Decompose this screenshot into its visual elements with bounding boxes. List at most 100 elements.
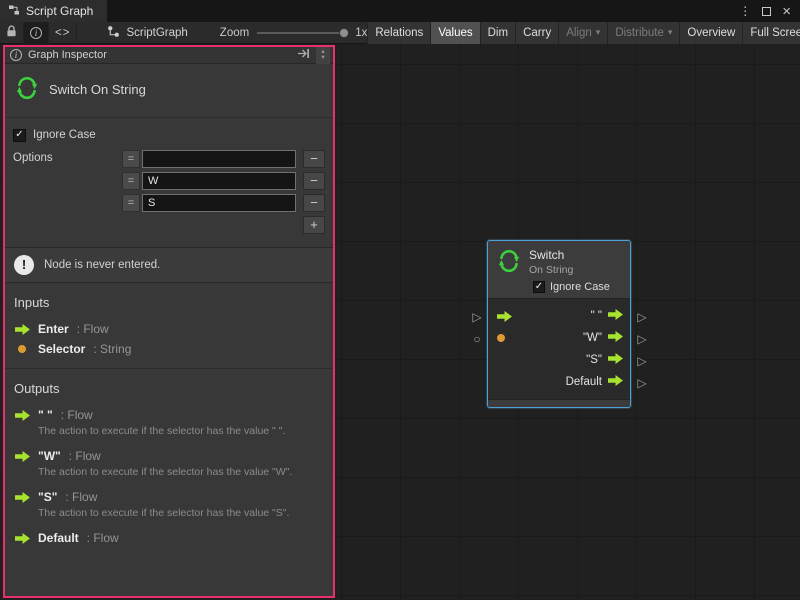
zoom-control: Zoom 1x [220,27,368,39]
port-type: : Flow [69,449,101,463]
graph-asset-icon [107,25,120,41]
node-header[interactable]: Switch On String ✓ Ignore Case [488,241,630,298]
distribute-dropdown[interactable]: Distribute ▾ [607,22,679,44]
flow-output-connector-icon[interactable]: ▷ [636,377,648,389]
flow-output-port-icon[interactable] [608,375,623,389]
inspected-node-title: Switch On String [49,82,146,97]
align-dropdown[interactable]: Align ▾ [558,22,607,44]
overview-button[interactable]: Overview [679,22,742,44]
info-icon: i [10,49,22,61]
flow-port-icon [14,533,30,544]
inspected-node-title-row: Switch On String [5,64,333,118]
code-view-button[interactable]: <> [49,22,77,44]
option-value-input[interactable] [142,194,296,212]
lock-button[interactable] [0,22,24,44]
zoom-label: Zoom [220,27,249,39]
chevron-down-icon: ▾ [668,27,673,38]
flow-input-connector-icon[interactable]: ▷ [471,311,483,323]
port-name: " " [38,408,53,422]
switch-on-string-node[interactable]: Switch On String ✓ Ignore Case " " [487,240,631,408]
node-ignore-case-label: Ignore Case [550,281,610,293]
unity-script-graph-window: Script Graph ⋮ × i <> ScriptGraph Zoom [0,0,800,600]
warning-text: Node is never entered. [44,259,160,271]
port-name: Selector [38,342,85,356]
node-ignore-case-checkbox[interactable]: ✓ [533,281,545,293]
toolbar-button-group: Relations Values Dim Carry Align ▾ Distr… [367,22,800,44]
tab-label: Script Graph [26,4,93,18]
drag-handle-icon[interactable]: = [122,194,140,212]
input-port-row: Selector : String [5,339,333,359]
port-type: : Flow [87,531,119,545]
window-menu-icon[interactable]: ⋮ [739,4,751,18]
node-output-row[interactable]: "S" [488,349,630,371]
port-type: : String [93,342,131,356]
node-output-row[interactable]: "W" [488,327,630,349]
input-port-row: Enter : Flow [5,319,333,339]
flow-port-icon [14,451,30,462]
window-controls: ⋮ × [739,4,800,19]
dim-button[interactable]: Dim [480,22,515,44]
node-footer [488,399,630,407]
flow-output-connector-icon[interactable]: ▷ [636,333,648,345]
distribute-label: Distribute [615,27,664,39]
graph-toolbar: i <> ScriptGraph Zoom 1x Relations Value… [0,22,800,44]
ignore-case-checkbox[interactable]: ✓ [13,129,26,142]
node-body: " " "W" "S" Default [488,298,630,399]
script-graph-tab-icon [8,4,20,19]
flow-output-port-icon[interactable] [608,331,623,345]
flow-output-port-icon[interactable] [608,309,623,323]
switch-node-icon [14,75,40,104]
value-port-icon [14,345,30,353]
port-name: Default [38,531,79,545]
remove-option-button[interactable]: − [303,194,325,212]
zoom-slider[interactable] [257,32,347,34]
window-tab-bar: Script Graph ⋮ × [0,0,800,22]
remove-option-button[interactable]: − [303,150,325,168]
flow-output-port-icon[interactable] [608,353,623,367]
add-option-button[interactable]: + [303,216,325,234]
flow-input-port-icon[interactable] [497,311,512,325]
inspector-title: Graph Inspector [28,49,107,61]
flow-output-connector-icon[interactable]: ▷ [636,355,648,367]
option-row: = − [122,194,325,212]
fullscreen-button[interactable]: Full Screen [742,22,800,44]
flow-port-icon [14,324,30,335]
port-type: : Flow [77,322,109,336]
warning-banner: ! Node is never entered. [5,247,333,283]
flow-output-connector-icon[interactable]: ▷ [636,311,648,323]
carry-button[interactable]: Carry [515,22,558,44]
values-button[interactable]: Values [430,22,479,44]
drag-handle-icon[interactable]: = [122,150,140,168]
window-close-icon[interactable]: × [782,4,791,19]
inspector-header: i Graph Inspector ▴ ▾ [5,47,333,64]
port-description: The action to execute if the selector ha… [5,466,333,487]
flow-port-icon [14,410,30,421]
zoom-value: 1x [355,27,367,39]
code-icon: <> [55,27,70,39]
warning-icon: ! [14,255,34,275]
align-label: Align [566,27,592,39]
window-maximize-icon[interactable] [762,7,771,16]
step-down-icon[interactable]: ▾ [321,55,324,61]
inspector-toggle-button[interactable]: i [24,22,49,44]
option-value-input[interactable] [142,172,296,190]
output-port-row: " " : Flow [5,405,333,425]
port-description: The action to execute if the selector ha… [5,507,333,528]
relations-button[interactable]: Relations [367,22,430,44]
selector-input-port-icon[interactable] [497,334,505,342]
remove-option-button[interactable]: − [303,172,325,190]
graph-breadcrumb[interactable]: ScriptGraph [107,25,187,41]
panel-stepper[interactable]: ▴ ▾ [316,47,330,64]
inputs-header: Inputs [5,283,333,319]
option-value-input[interactable] [142,150,296,168]
drag-handle-icon[interactable]: = [122,172,140,190]
options-label: Options [13,150,122,234]
dock-panel-icon[interactable] [297,48,310,62]
value-input-connector-icon[interactable]: ○ [471,333,483,345]
graph-inspector-panel: i Graph Inspector ▴ ▾ Switch On String [3,45,335,598]
tab-script-graph[interactable]: Script Graph [0,0,107,22]
port-type: : Flow [61,408,93,422]
padlock-icon [6,25,17,41]
zoom-slider-knob[interactable] [339,28,349,38]
node-output-row[interactable]: Default [488,371,630,393]
